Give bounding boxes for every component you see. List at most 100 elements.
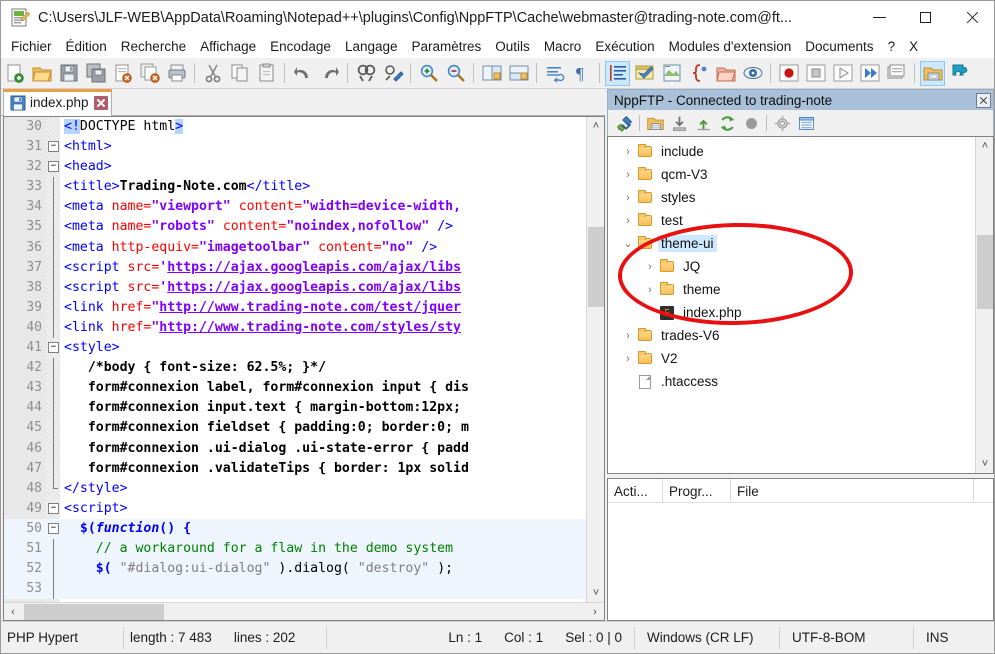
status-eol-format[interactable]: Windows (CR LF) bbox=[635, 626, 780, 649]
code-line[interactable]: 40 <link href="http://www.trading-note.co… bbox=[4, 317, 587, 339]
status-insert-mode[interactable]: INS bbox=[914, 627, 974, 649]
find-icon[interactable] bbox=[353, 61, 378, 86]
code-line[interactable]: 33 <title>Trading-Note.com</title> bbox=[4, 177, 587, 198]
code-line[interactable]: 49− <script> bbox=[4, 499, 587, 519]
chevron-down-icon[interactable]: ⌄ bbox=[620, 237, 636, 250]
tree-item-qcm-v3[interactable]: › qcm-V3 bbox=[608, 163, 973, 186]
code-line[interactable]: 52 $( "#dialog:ui-dialog" ).dialog( "des… bbox=[4, 559, 587, 580]
sync-vertical-icon[interactable] bbox=[479, 61, 504, 86]
zoom-out-icon[interactable] bbox=[443, 61, 468, 86]
code-line[interactable]: 45 form#connexion fieldset { padding:0; … bbox=[4, 418, 587, 439]
ftp-scroll-up-arrow[interactable]: ˄ bbox=[976, 137, 993, 155]
macro-playback-icon[interactable] bbox=[830, 61, 855, 86]
tree-item-include[interactable]: › include bbox=[608, 140, 973, 163]
cut-icon[interactable] bbox=[200, 61, 225, 86]
indent-guide-icon[interactable] bbox=[605, 60, 630, 86]
tree-item-jq[interactable]: › JQ bbox=[608, 255, 973, 278]
close-all-icon[interactable] bbox=[137, 61, 162, 86]
ftp-tree-nodes[interactable]: › include › qcm-V3 › styles › test ⌄ theme-ui › JQ ›… bbox=[608, 140, 973, 393]
queue-column-file[interactable]: File bbox=[731, 479, 974, 503]
close-tab-icon[interactable] bbox=[93, 95, 108, 110]
ftp-transfer-queue[interactable]: Acti... Progr... File bbox=[607, 478, 994, 621]
code-line[interactable]: 44 form#connexion input.text { margin-bo… bbox=[4, 398, 587, 419]
plugin-manager-icon[interactable] bbox=[947, 61, 972, 86]
messages-icon[interactable] bbox=[795, 112, 817, 134]
editor-vertical-scrollbar[interactable]: ˄ ˅ bbox=[586, 117, 604, 602]
menu-item-param-tres[interactable]: Paramètres bbox=[405, 37, 489, 56]
ftp-vertical-scroll-thumb[interactable] bbox=[977, 235, 993, 309]
horizontal-scroll-thumb[interactable] bbox=[24, 604, 164, 620]
code-line[interactable]: 31− <html> bbox=[4, 137, 587, 157]
fold-toggle-icon[interactable]: − bbox=[48, 141, 59, 153]
fold-toggle-icon[interactable]: − bbox=[48, 161, 59, 173]
tree-item-styles[interactable]: › styles bbox=[608, 186, 973, 209]
code-text-area[interactable]: 30 <!DOCTYPE html> 31− <html> 32− <head> 33 <ti… bbox=[4, 117, 587, 602]
save-icon[interactable] bbox=[56, 61, 81, 86]
scroll-right-arrow[interactable]: › bbox=[586, 603, 604, 620]
maximize-button[interactable] bbox=[902, 1, 948, 34]
upload-icon[interactable] bbox=[692, 112, 714, 134]
save-all-icon[interactable] bbox=[83, 61, 108, 86]
code-line[interactable]: 32− <head> bbox=[4, 157, 587, 177]
menu-item-recherche[interactable]: Recherche bbox=[114, 37, 193, 56]
menu-item-langage[interactable]: Langage bbox=[338, 37, 405, 56]
code-line[interactable]: 34 <meta name="viewport" content="width=d… bbox=[4, 197, 587, 218]
editor-horizontal-scrollbar[interactable]: ‹ › bbox=[4, 602, 604, 620]
folder-as-workspace-icon[interactable] bbox=[713, 61, 738, 86]
macro-save-icon[interactable] bbox=[884, 61, 909, 86]
scroll-up-arrow[interactable]: ˄ bbox=[587, 117, 604, 135]
tree-item-v2[interactable]: › V2 bbox=[608, 347, 973, 370]
menu-item-documents[interactable]: Documents bbox=[798, 37, 880, 56]
chevron-right-icon[interactable]: › bbox=[620, 215, 636, 227]
status-language[interactable]: PHP Hypert bbox=[1, 626, 124, 649]
minimize-button[interactable] bbox=[856, 1, 902, 34]
tree-item-htaccess[interactable]: .htaccess bbox=[608, 370, 973, 393]
chevron-right-icon[interactable]: › bbox=[642, 261, 658, 273]
sync-horizontal-icon[interactable] bbox=[506, 61, 531, 86]
copy-icon[interactable] bbox=[227, 61, 252, 86]
menu-item-x[interactable]: X bbox=[902, 37, 925, 56]
close-file-icon[interactable] bbox=[110, 61, 135, 86]
status-encoding[interactable]: UTF-8-BOM bbox=[780, 626, 914, 649]
print-icon[interactable] bbox=[164, 61, 189, 86]
code-line[interactable]: 48 </style> bbox=[4, 478, 587, 499]
macro-run-multiple-icon[interactable] bbox=[857, 61, 882, 86]
paste-icon[interactable] bbox=[254, 61, 279, 86]
show-all-chars-icon[interactable]: ¶ bbox=[569, 61, 594, 86]
fold-toggle-icon[interactable]: − bbox=[48, 522, 59, 534]
scroll-down-arrow[interactable]: ˅ bbox=[587, 584, 604, 602]
show-doc-map-icon[interactable] bbox=[659, 61, 684, 86]
code-line[interactable]: 46 form#connexion .ui-dialog .ui-state-e… bbox=[4, 438, 587, 459]
chevron-right-icon[interactable]: › bbox=[620, 146, 636, 158]
fold-toggle-icon[interactable]: − bbox=[48, 502, 59, 514]
queue-column-progr[interactable]: Progr... bbox=[663, 479, 731, 503]
function-list-icon[interactable] bbox=[686, 61, 711, 86]
abort-icon[interactable] bbox=[740, 112, 762, 134]
menu-item-ex-cution[interactable]: Exécution bbox=[588, 37, 661, 56]
menu-item-dition[interactable]: Édition bbox=[59, 37, 114, 56]
open-file-icon[interactable] bbox=[29, 61, 54, 86]
code-line[interactable]: 39 <link href="http://www.trading-note.co… bbox=[4, 297, 587, 318]
chevron-right-icon[interactable]: › bbox=[620, 192, 636, 204]
code-line[interactable]: 37 <script src='https://ajax.googleapis.c… bbox=[4, 257, 587, 278]
chevron-right-icon[interactable]: › bbox=[620, 330, 636, 342]
scroll-left-arrow[interactable]: ‹ bbox=[4, 603, 22, 620]
ftp-scroll-down-arrow[interactable]: ˅ bbox=[976, 455, 993, 473]
download-icon[interactable] bbox=[668, 112, 690, 134]
code-line[interactable]: 53 bbox=[4, 579, 587, 600]
chevron-right-icon[interactable]: › bbox=[620, 169, 636, 181]
menu-item-modules-d-extension[interactable]: Modules d'extension bbox=[662, 37, 799, 56]
menu-item-fichier[interactable]: Fichier bbox=[4, 37, 59, 56]
menu-item-encodage[interactable]: Encodage bbox=[263, 37, 338, 56]
ftp-panel-icon[interactable] bbox=[920, 60, 945, 86]
tree-item-trades-v6[interactable]: › trades-V6 bbox=[608, 324, 973, 347]
code-line[interactable]: 41− <style> bbox=[4, 338, 587, 358]
zoom-in-icon[interactable] bbox=[416, 61, 441, 86]
code-line[interactable]: 36 <meta http-equiv="imagetoolbar" conten… bbox=[4, 237, 587, 258]
editor-viewport[interactable]: 30 <!DOCTYPE html> 31− <html> 32− <head> 33 <ti… bbox=[4, 117, 587, 602]
new-file-icon[interactable] bbox=[2, 61, 27, 86]
user-defined-dialog-icon[interactable] bbox=[632, 61, 657, 86]
menu-item-outils[interactable]: Outils bbox=[488, 37, 537, 56]
ftp-tree-vertical-scrollbar[interactable]: ˄ ˅ bbox=[975, 137, 993, 473]
undo-icon[interactable] bbox=[290, 61, 315, 86]
